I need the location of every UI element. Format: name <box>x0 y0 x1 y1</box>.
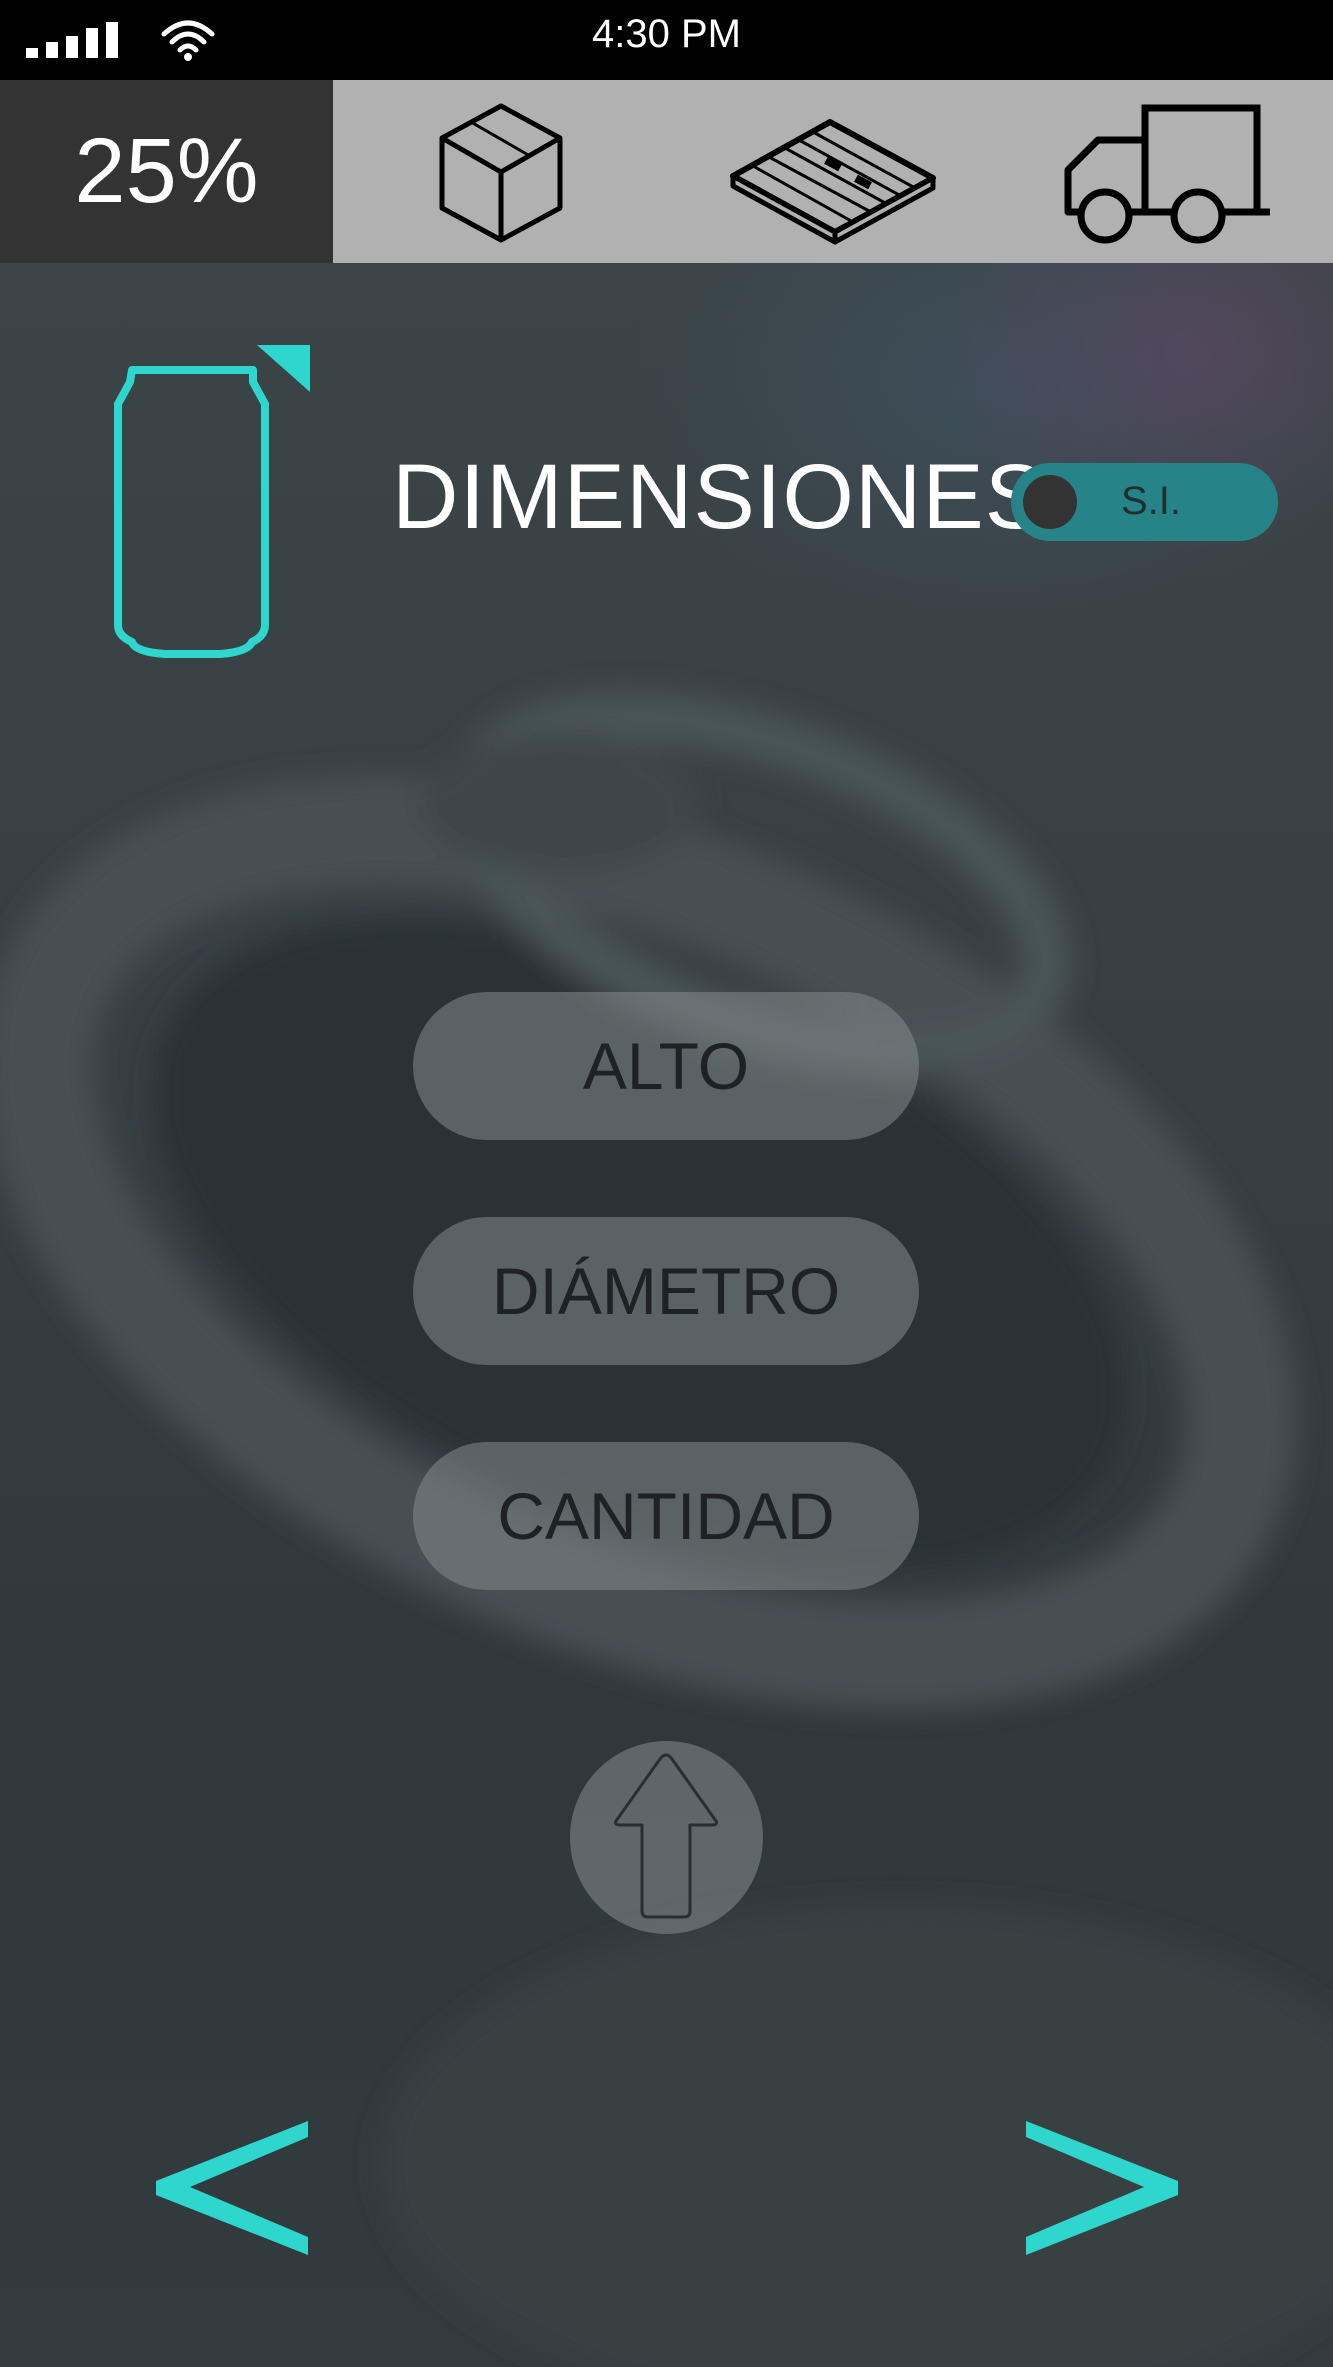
chevron-right-icon[interactable] <box>1022 2115 1182 2265</box>
status-time: 4:30 PM <box>592 12 741 56</box>
status-bar: 4:30 PM <box>0 0 1333 80</box>
diametro-button[interactable]: DIÁMETRO <box>413 1217 919 1365</box>
arrow-up-icon <box>614 1753 718 1919</box>
can-icon <box>110 340 315 660</box>
truck-icon[interactable] <box>1060 100 1275 245</box>
step-navigation: 25% <box>0 80 1333 263</box>
upload-button[interactable] <box>570 1741 763 1934</box>
alto-button[interactable]: ALTO <box>413 992 919 1140</box>
unit-toggle[interactable]: S.I. <box>1011 463 1278 541</box>
unit-toggle-label: S.I. <box>1121 479 1182 523</box>
chevron-left-icon[interactable] <box>152 2115 312 2265</box>
box-icon[interactable] <box>432 100 570 245</box>
toggle-knob[interactable] <box>1023 475 1077 529</box>
progress-indicator: 25% <box>0 80 333 263</box>
cantidad-button[interactable]: CANTIDAD <box>413 1442 919 1590</box>
section-title: DIMENSIONES <box>392 446 1048 548</box>
pallet-icon[interactable] <box>725 100 940 245</box>
